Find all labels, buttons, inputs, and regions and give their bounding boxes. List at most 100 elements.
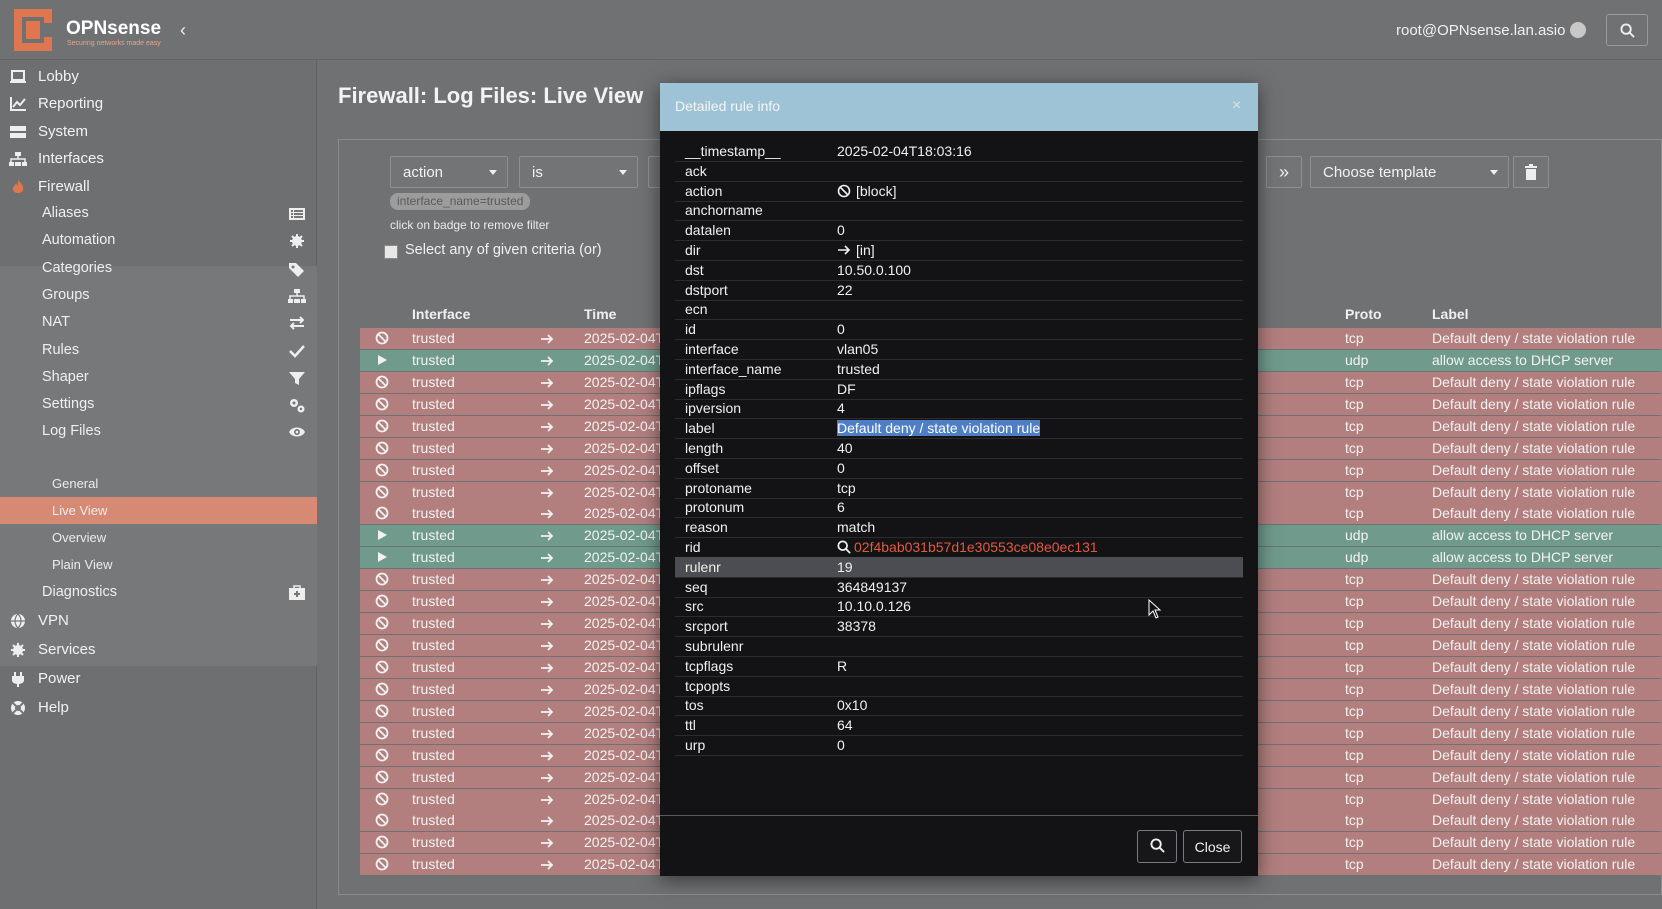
col-time-header[interactable]: Time: [584, 306, 616, 322]
sidebar-subitem-groups[interactable]: Groups: [0, 281, 317, 310]
detail-value: R: [837, 657, 848, 674]
sidebar-subitem-rules[interactable]: Rules: [0, 336, 317, 365]
block-icon: [375, 463, 389, 480]
detail-row-dir: dir [in]: [675, 240, 1243, 261]
close-icon[interactable]: ×: [1232, 97, 1241, 115]
gear-icon: [290, 234, 304, 249]
filter-badge[interactable]: interface_name=trusted: [390, 193, 531, 210]
global-search-button[interactable]: [1606, 14, 1648, 46]
filter-field-value: action: [403, 164, 444, 181]
cell-interface: trusted: [412, 768, 455, 785]
direction-arrow-icon: [540, 793, 554, 809]
cell-label: Default deny / state violation rule: [1432, 790, 1636, 807]
rule-info-dialog: Detailed rule info × __timestamp__ 2025-0…: [660, 83, 1258, 876]
detail-row-datalen: datalen 0: [675, 220, 1243, 242]
cell-time: 2025-02-04T: [584, 483, 665, 500]
sidebar-item-system[interactable]: System: [0, 117, 317, 146]
dialog-search-button[interactable]: [1137, 830, 1177, 863]
sidebar-subitem-aliases[interactable]: Aliases: [0, 199, 317, 228]
cell-time: 2025-02-04T: [584, 680, 665, 697]
apply-template-button[interactable]: »: [1266, 156, 1302, 188]
detail-value: 19: [837, 558, 853, 575]
cell-label: Default deny / state violation rule: [1432, 373, 1636, 390]
globe-icon: [11, 613, 25, 629]
sidebar-logfiles-plain-view[interactable]: Plain View: [0, 551, 317, 578]
sidebar-subitem-shaper[interactable]: Shaper: [0, 363, 317, 392]
detail-key: length: [685, 440, 724, 456]
opnsense-logo-icon[interactable]: [10, 7, 56, 53]
cell-label: Default deny / state violation rule: [1432, 571, 1636, 588]
detail-key: src: [685, 598, 704, 615]
sidebar-subitem-diagnostics[interactable]: Diagnostics: [0, 578, 317, 607]
detail-row-protonum: protonum 6: [675, 497, 1243, 519]
cell-interface: trusted: [412, 812, 455, 829]
sidebar-subitem-nat[interactable]: NAT: [0, 308, 317, 337]
user-account[interactable]: root@OPNsense.lan.asio: [1396, 22, 1565, 39]
cell-interface: trusted: [412, 856, 455, 873]
detail-row-tos: tos 0x10: [675, 695, 1243, 717]
rule-id-link[interactable]: 02f4bab031b57d1e30553ce08e0ec131: [854, 539, 1098, 555]
sitemap-icon: [288, 288, 306, 303]
sidebar-item-vpn[interactable]: VPN: [0, 606, 317, 635]
sidebar-item-firewall[interactable]: Firewall: [0, 172, 317, 201]
chart-icon: [10, 97, 26, 111]
detail-value: 6: [837, 499, 845, 516]
filter-operator-select[interactable]: is: [519, 156, 638, 188]
detail-row-timestamp: __timestamp__ 2025-02-04T18:03:16: [675, 141, 1243, 162]
filter-field-select[interactable]: action: [390, 156, 508, 188]
cell-time: 2025-02-04T: [584, 724, 665, 741]
cell-time: 2025-02-04T: [584, 527, 665, 544]
col-interface-header[interactable]: Interface: [412, 306, 470, 322]
sidebar-subitem-automation[interactable]: Automation: [0, 226, 317, 255]
block-icon: [375, 441, 389, 458]
detail-key: ecn: [685, 301, 708, 318]
cell-proto: tcp: [1345, 812, 1364, 829]
cell-label: allow access to DHCP server: [1432, 527, 1614, 544]
collapse-sidebar-chevron-icon[interactable]: ‹: [180, 20, 186, 41]
cell-proto: udp: [1345, 527, 1369, 544]
detail-row-id: id 0: [675, 319, 1243, 341]
cell-label: Default deny / state violation rule: [1432, 856, 1636, 873]
cell-time: 2025-02-04T: [584, 746, 665, 763]
sidebar-item-lobby[interactable]: Lobby: [0, 62, 317, 91]
delete-template-button[interactable]: [1513, 156, 1549, 188]
direction-arrow-icon: [540, 486, 554, 502]
detail-value: vlan05: [837, 341, 879, 357]
detail-key: label: [685, 420, 715, 437]
sidebar-item-reporting[interactable]: Reporting: [0, 89, 317, 118]
sidebar-logfiles-live-view[interactable]: Live View: [0, 497, 317, 524]
sidebar-item-power[interactable]: Power: [0, 664, 317, 693]
sidebar-item-label: Firewall: [38, 178, 90, 195]
sidebar-subitem-settings[interactable]: Settings: [0, 390, 317, 419]
direction-arrow-icon: [540, 551, 554, 567]
dialog-close-button[interactable]: Close: [1183, 830, 1242, 863]
search-rule-icon[interactable]: [837, 539, 854, 555]
sidebar-item-interfaces[interactable]: Interfaces: [0, 144, 317, 173]
detail-value: 64: [837, 717, 853, 734]
block-icon: [375, 506, 389, 523]
sidebar-subitem-label: NAT: [42, 314, 70, 331]
direction-arrow-icon: [540, 771, 554, 787]
sidebar-subitem-log-files[interactable]: Log Files: [0, 417, 317, 446]
detail-key: protonum: [685, 499, 745, 516]
cell-time: 2025-02-04T: [584, 658, 665, 675]
detail-row-ack: ack: [675, 161, 1243, 182]
sidebar-logfiles-general[interactable]: General: [0, 470, 317, 497]
template-select[interactable]: Choose template: [1310, 156, 1509, 188]
sidebar-subitem-categories[interactable]: Categories: [0, 254, 317, 283]
direction-arrow-icon: [540, 836, 554, 852]
status-indicator-icon[interactable]: [1570, 22, 1586, 38]
cell-proto: tcp: [1345, 637, 1364, 654]
cell-proto: tcp: [1345, 395, 1364, 412]
medkit-icon: [289, 585, 305, 600]
sidebar-logfiles-overview[interactable]: Overview: [0, 524, 317, 551]
detail-key: anchorname: [685, 202, 763, 219]
col-label-header[interactable]: Label: [1432, 306, 1469, 322]
criteria-checkbox[interactable]: [384, 245, 398, 259]
col-proto-header[interactable]: Proto: [1345, 306, 1382, 322]
sidebar-subitem-label: Shaper: [42, 368, 89, 385]
sidebar-item-help[interactable]: Help: [0, 693, 317, 722]
page-title: Firewall: Log Files: Live View: [338, 83, 644, 108]
cell-time: 2025-02-04T: [584, 768, 665, 785]
sidebar-item-services[interactable]: Services: [0, 635, 317, 664]
